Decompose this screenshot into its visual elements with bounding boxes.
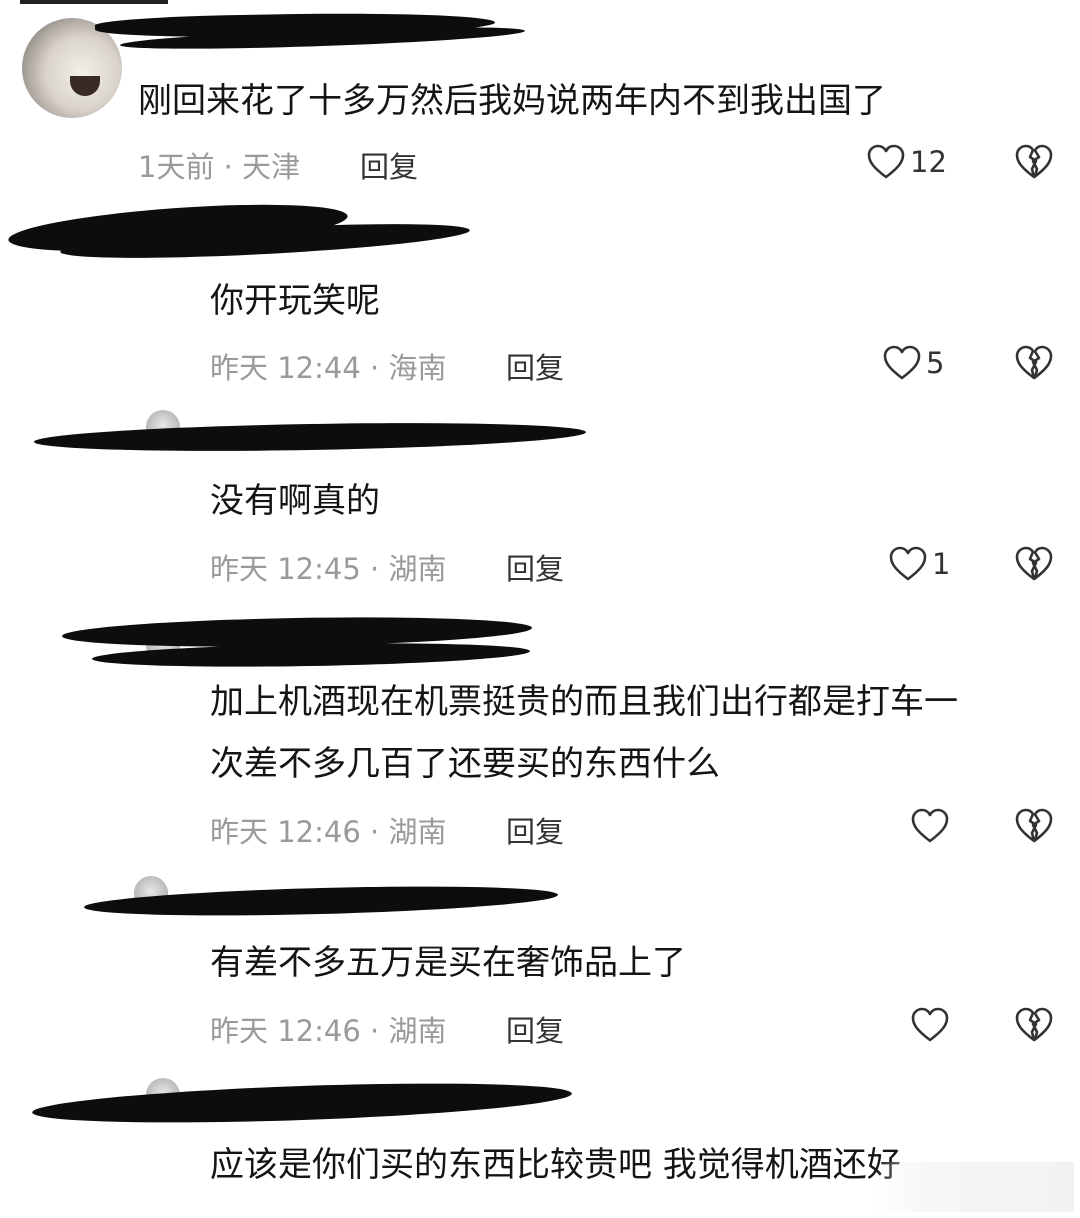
heart-outline-icon: [911, 1007, 949, 1042]
like-button[interactable]: [910, 1006, 950, 1044]
like-count: 5: [926, 346, 945, 380]
comment-meta: 昨天 12:44 · 海南: [210, 351, 447, 385]
reply-button[interactable]: 回复: [506, 345, 564, 387]
reply-button[interactable]: 回复: [506, 809, 564, 851]
reply-button[interactable]: 回复: [360, 144, 418, 186]
like-count: 12: [910, 145, 947, 179]
comment-text: 次差不多几百了还要买的东西什么: [210, 744, 720, 784]
dislike-button[interactable]: [1014, 545, 1054, 587]
username-redaction: [31, 1076, 573, 1130]
reply-button[interactable]: 回复: [506, 1008, 564, 1050]
comment-text: 没有啊真的: [210, 481, 380, 521]
like-button[interactable]: 1: [888, 545, 950, 583]
reply-button[interactable]: 回复: [506, 546, 564, 588]
comment-meta: 昨天 12:45 · 湖南: [210, 552, 447, 586]
dislike-button[interactable]: [1014, 344, 1054, 386]
comment-meta: 昨天 12:46 · 湖南: [210, 1014, 447, 1048]
avatar[interactable]: [22, 18, 122, 118]
broken-heart-icon: [1015, 1007, 1053, 1042]
comment-text: 有差不多五万是买在奢饰品上了: [210, 943, 686, 983]
broken-heart-icon: [1015, 546, 1053, 581]
broken-heart-icon: [1015, 808, 1053, 843]
like-button[interactable]: 12: [866, 143, 947, 181]
watermark: [874, 1162, 1074, 1212]
avatar-mouth: [70, 76, 100, 96]
top-divider: [20, 0, 168, 4]
comment-text: 应该是你们买的东西比较贵吧 我觉得机酒还好: [210, 1145, 901, 1185]
like-button[interactable]: [910, 807, 950, 845]
dislike-button[interactable]: [1014, 1006, 1054, 1048]
username-redaction: [33, 419, 587, 455]
heart-outline-icon: [883, 345, 921, 380]
heart-outline-icon: [867, 144, 905, 179]
comment-meta: 1天前 · 天津: [138, 150, 301, 184]
like-button[interactable]: 5: [882, 344, 944, 382]
broken-heart-icon: [1015, 144, 1053, 179]
comment-text: 你开玩笑呢: [210, 281, 380, 321]
dislike-button[interactable]: [1014, 807, 1054, 849]
comment-text: 刚回来花了十多万然后我妈说两年内不到我出国了: [138, 81, 886, 121]
heart-outline-icon: [889, 546, 927, 581]
like-count: 1: [932, 547, 951, 581]
broken-heart-icon: [1015, 345, 1053, 380]
dislike-button[interactable]: [1014, 143, 1054, 185]
heart-outline-icon: [911, 808, 949, 843]
comment-meta: 昨天 12:46 · 湖南: [210, 815, 447, 849]
comment-text: 加上机酒现在机票挺贵的而且我们出行都是打车一: [210, 682, 958, 722]
